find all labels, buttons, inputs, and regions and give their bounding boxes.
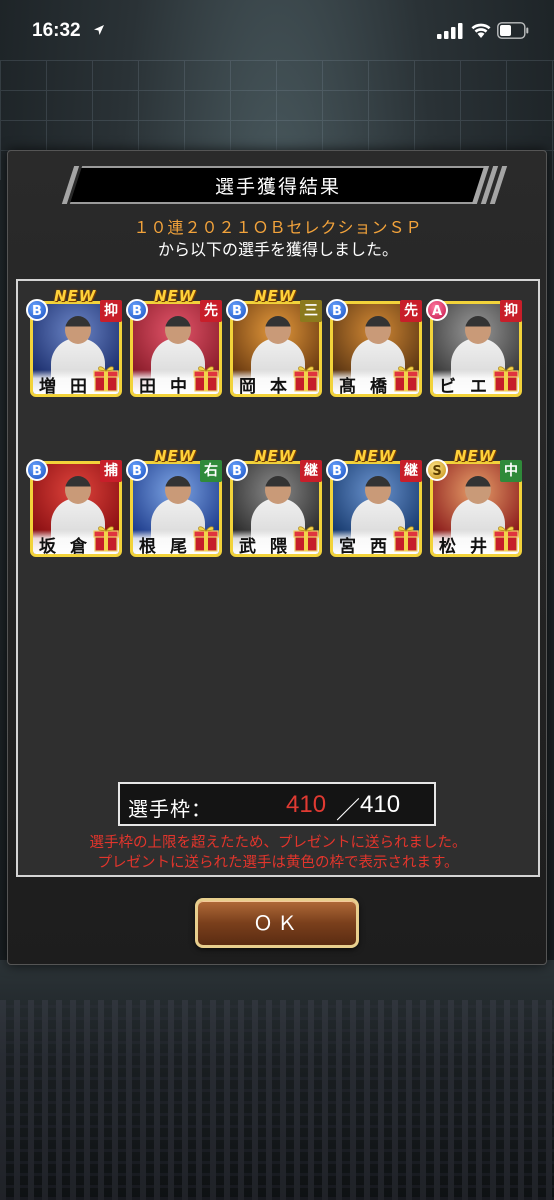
gift-box-icon: [493, 366, 519, 392]
player-name: 坂倉: [39, 537, 99, 557]
rank-badge: S: [426, 459, 448, 481]
player-head: [265, 316, 291, 344]
player-head: [465, 476, 491, 504]
gacha-name: １０連２０２１ＯＢセレクションＳＰ: [133, 218, 423, 237]
gift-box-icon: [93, 366, 119, 392]
player-name: 増田: [39, 377, 99, 397]
player-name: 岡本: [239, 377, 299, 397]
gift-box-icon: [393, 526, 419, 552]
acquisition-message: から以下の選手を獲得しました。: [157, 240, 398, 259]
slot-current-count: 410: [286, 791, 327, 818]
position-badge: 継: [300, 460, 322, 482]
position-badge: 中: [500, 460, 522, 482]
player-head: [265, 476, 291, 504]
status-time: 16:32: [32, 20, 81, 41]
player-head: [165, 476, 191, 504]
gift-box-icon: [193, 526, 219, 552]
rank-badge: B: [326, 299, 348, 321]
gift-box-icon: [93, 526, 119, 552]
location-arrow-icon: [94, 25, 104, 35]
battery-icon: [497, 22, 529, 39]
position-badge: 先: [400, 300, 422, 322]
player-name: 武隈: [239, 537, 299, 557]
player-head: [365, 316, 391, 344]
position-badge: 抑: [100, 300, 122, 322]
gift-box-icon: [193, 366, 219, 392]
slot-max-count: 410: [360, 791, 401, 818]
position-badge: 継: [400, 460, 422, 482]
new-tag: NEW: [354, 447, 397, 465]
gift-box-icon: [293, 366, 319, 392]
stadium-stands: [0, 960, 554, 1200]
gift-box-icon: [393, 366, 419, 392]
new-tag: NEW: [254, 447, 297, 465]
position-badge: 先: [200, 300, 222, 322]
player-slot-counter: 選手枠： 410 ／ 410: [118, 782, 436, 826]
rank-badge: B: [26, 299, 48, 321]
rank-badge: B: [226, 299, 248, 321]
slot-overflow-warning: 選手枠の上限を超えたため、プレゼントに送られました。: [89, 835, 467, 851]
slot-label: 選手枠：: [128, 797, 212, 821]
dialog-title: 選手獲得結果: [214, 176, 341, 198]
player-name: 根尾: [139, 537, 199, 557]
wifi-icon: [471, 23, 491, 38]
position-badge: 捕: [100, 460, 122, 482]
position-badge: 右: [200, 460, 222, 482]
player-head: [65, 316, 91, 344]
player-head: [365, 476, 391, 504]
rank-badge: B: [226, 459, 248, 481]
gift-box-icon: [293, 526, 319, 552]
position-badge: 抑: [500, 300, 522, 322]
cellular-signal-icon: [437, 23, 463, 39]
rank-badge: A: [426, 299, 448, 321]
gift-frame-note: プレゼントに送られた選手は黄色の枠で表示されます。: [97, 855, 459, 871]
rank-badge: B: [326, 459, 348, 481]
status-bar: 16:32: [0, 0, 554, 64]
player-head: [465, 316, 491, 344]
player-head: [165, 316, 191, 344]
slot-separator: ／: [336, 796, 360, 824]
player-head: [65, 476, 91, 504]
player-name: ビエイ: [439, 377, 499, 397]
acquisition-result-dialog: 選手獲得結果 １０連２０２１ＯＢセレクションＳＰ から以下の選手を獲得しました。…: [7, 150, 547, 965]
new-tag: NEW: [254, 287, 297, 305]
player-name: 田中: [139, 377, 199, 397]
position-badge: 三: [300, 300, 322, 322]
new-tag: NEW: [154, 447, 197, 465]
rank-badge: B: [126, 459, 148, 481]
player-name: 松井: [439, 537, 499, 557]
rank-badge: B: [26, 459, 48, 481]
new-tag: NEW: [454, 447, 497, 465]
player-name: 宮西: [339, 537, 399, 557]
gift-box-icon: [493, 526, 519, 552]
rank-badge: B: [126, 299, 148, 321]
new-tag: NEW: [54, 287, 97, 305]
new-tag: NEW: [154, 287, 197, 305]
ok-button[interactable]: ＯＫ: [195, 898, 359, 948]
player-name: 髙橋: [339, 377, 399, 397]
